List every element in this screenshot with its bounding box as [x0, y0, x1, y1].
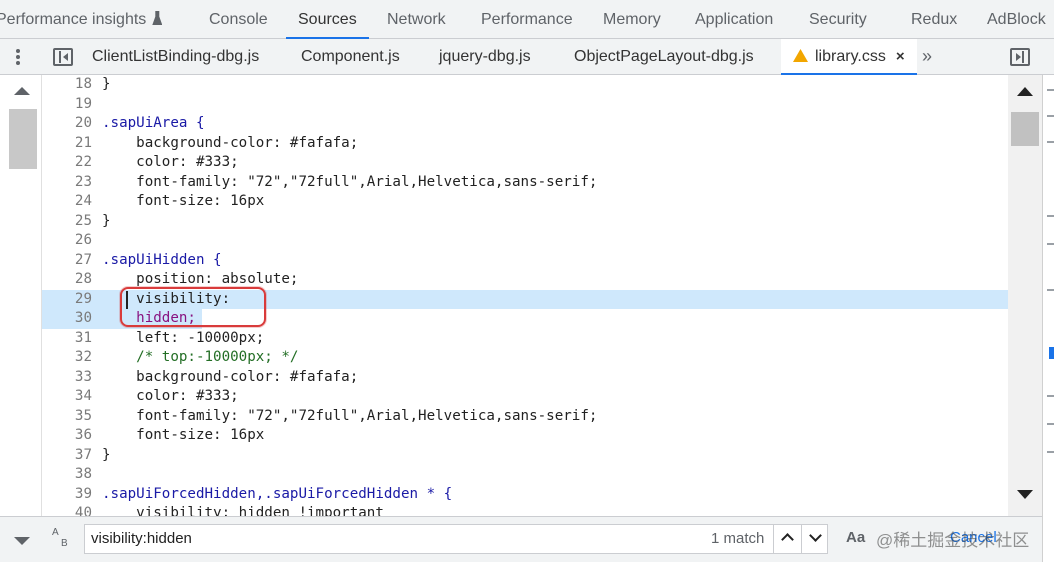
- divider: [1047, 451, 1054, 453]
- tab-memory[interactable]: Memory: [603, 0, 661, 38]
- file-tab-objectpagelayout[interactable]: ObjectPageLayout-dbg.js: [574, 39, 754, 75]
- file-tab-component[interactable]: Component.js: [301, 39, 400, 75]
- code-line: 36 font-size: 16px: [74, 427, 265, 443]
- tab-network[interactable]: Network: [387, 0, 446, 38]
- divider: [1047, 289, 1054, 291]
- devtools-panel-tabs: Performance insights Console Sources Net…: [0, 0, 1054, 39]
- tab-performance[interactable]: Performance: [481, 0, 573, 38]
- code-line: 19: [74, 95, 92, 112]
- debugger-sidebar-edge: [1042, 75, 1054, 562]
- divider: [1047, 141, 1054, 143]
- code-line: 23 font-family: "72","72full",Arial,Helv…: [74, 173, 598, 190]
- search-value[interactable]: visibility:hidden: [91, 525, 192, 553]
- divider: [1047, 243, 1054, 245]
- code-line: 34 color: #333;: [74, 388, 239, 404]
- code-line: 39 .sapUiForcedHidden,.sapUiForcedHidden …: [74, 485, 453, 502]
- regex-toggle-icon[interactable]: A B: [52, 527, 74, 553]
- navigator-pane: [0, 75, 42, 520]
- search-bar: A B visibility:hidden 1 match Aa Cancel …: [0, 516, 1042, 562]
- scroll-down-icon[interactable]: [14, 537, 30, 545]
- previous-match-button[interactable]: [773, 525, 802, 553]
- tab-console[interactable]: Console: [209, 0, 268, 38]
- file-tab-jquery[interactable]: jquery-dbg.js: [439, 39, 531, 75]
- code-line: 32 /* top:-10000px; */: [74, 349, 299, 365]
- code-line: 33 background-color: #fafafa;: [74, 368, 359, 385]
- code-line: 26: [74, 232, 92, 248]
- more-options-icon[interactable]: [10, 47, 26, 67]
- toggle-navigator-icon[interactable]: [53, 48, 73, 66]
- scroll-up-icon[interactable]: [14, 87, 30, 95]
- tab-performance-insights[interactable]: Performance insights: [0, 0, 163, 38]
- tab-application[interactable]: Application: [695, 0, 773, 38]
- navigator-scrollbar-thumb[interactable]: [9, 109, 37, 169]
- more-tabs-icon[interactable]: »: [922, 39, 932, 75]
- code-line: 21 background-color: #fafafa;: [74, 134, 359, 151]
- divider: [1047, 423, 1054, 425]
- search-input[interactable]: visibility:hidden 1 match: [84, 524, 828, 554]
- tab-sources[interactable]: Sources: [286, 0, 369, 39]
- divider: [1047, 115, 1054, 117]
- cancel-button[interactable]: Cancel: [950, 529, 997, 546]
- highlight-annotation: [120, 287, 266, 327]
- tab-security[interactable]: Security: [809, 0, 867, 38]
- match-case-toggle[interactable]: Aa: [846, 529, 865, 546]
- tab-redux[interactable]: Redux: [911, 0, 957, 38]
- code-line: 27 .sapUiHidden {: [74, 251, 222, 268]
- divider: [1047, 89, 1054, 91]
- code-line: 38: [74, 466, 92, 482]
- scrollbar-thumb[interactable]: [1011, 112, 1039, 146]
- code-line: 35 font-family: "72","72full",Arial,Helv…: [74, 407, 598, 424]
- scroll-down-icon[interactable]: [1017, 490, 1033, 499]
- code-line: 37}: [74, 446, 111, 463]
- divider: [1047, 215, 1054, 217]
- next-match-button[interactable]: [801, 525, 830, 553]
- close-tab-icon[interactable]: ×: [896, 39, 905, 75]
- editor-file-tabs: ClientListBinding-dbg.js Component.js jq…: [0, 39, 1054, 75]
- code-line: 20 .sapUiArea {: [74, 115, 205, 131]
- tab-adblock[interactable]: AdBlock: [987, 0, 1046, 38]
- file-tab-library-css[interactable]: library.css ×: [781, 39, 917, 75]
- scroll-up-icon[interactable]: [1017, 87, 1033, 96]
- toggle-debugger-icon[interactable]: [1010, 48, 1030, 66]
- code-line: 31 left: -10000px;: [74, 329, 265, 346]
- code-line: 25}: [74, 212, 111, 229]
- editor-scrollbar[interactable]: [1008, 75, 1042, 516]
- code-line: 18}: [74, 76, 111, 92]
- flask-icon: [152, 11, 163, 25]
- checkbox-icon[interactable]: [1049, 347, 1054, 359]
- code-line: 24 font-size: 16px: [74, 193, 265, 209]
- code-line: 40 visibility: hidden !important: [74, 505, 384, 516]
- file-tab-clientlistbinding[interactable]: ClientListBinding-dbg.js: [92, 39, 259, 75]
- match-count: 1 match: [711, 530, 765, 547]
- warning-icon: [793, 49, 808, 62]
- code-line: 22 color: #333;: [74, 154, 239, 170]
- divider: [1047, 395, 1054, 397]
